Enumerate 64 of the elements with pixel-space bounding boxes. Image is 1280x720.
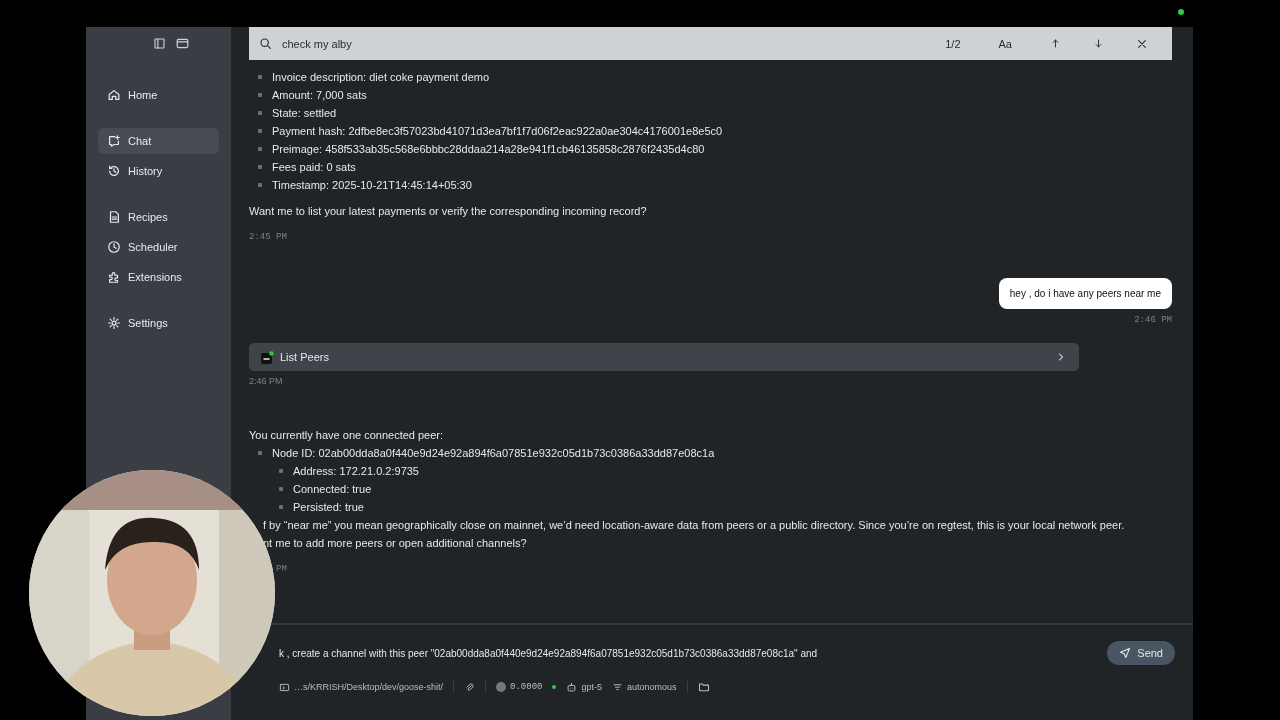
sidebar-item[interactable]: Settings [98,310,219,336]
status-dot-icon [552,685,557,689]
sidebar-item[interactable]: Chat [98,128,219,154]
coin-icon [496,682,507,692]
list-item-text: Node ID: 02ab00dda8a0f440e9d24e92a894f6a07851e932c05d1b73c0386a33dd87e08c1a [272,447,715,459]
message-input[interactable]: k , create a channel with this peer "02ab00dda8a0f440e9d24e92a894f6a07851e932c05d1b73c0386a33dd87e08c1a" and [279,644,1098,662]
status-dot-icon [1178,9,1184,15]
model-button[interactable]: gpt-5 [566,681,602,693]
send-icon [1119,647,1132,659]
close-button[interactable] [1136,37,1148,50]
sidebar-item[interactable]: Scheduler [98,234,219,260]
match-count: 1/2 [945,37,961,50]
history-icon [107,164,121,178]
arrow-down-icon [1093,38,1104,49]
sidebar-item[interactable]: Home [98,82,219,108]
list-item-text: Amount: 7,000 sats [272,89,367,101]
terminal-icon [261,350,274,364]
funnel-icon [612,681,623,693]
list-item-text: State: settled [272,107,337,119]
next-match-button[interactable] [1093,38,1104,49]
puzzle-icon [107,270,121,284]
list-item-text: Payment hash: 2dfbe8ec3f57023bd41071d3ea7bf1f7d06f2eac922a0ae304c4176001e8e5c0 [272,125,723,137]
message-time: 2:46 PM [1134,315,1172,325]
match-case-button[interactable]: Aa [998,37,1012,50]
message-text: Want me to list your latest payments or verify the corresponding incoming record? [249,204,647,219]
previous-match-button[interactable] [1050,38,1061,49]
chat-icon [107,134,121,148]
list-item-text: Timestamp: 2025-10-21T14:45:14+05:30 [272,179,472,191]
message-time: 2:45 PM [249,232,287,242]
window-icon [176,37,189,50]
folder-icon [279,681,290,693]
settings-icon [107,316,121,330]
close-icon [1136,37,1148,50]
folder-icon [697,681,710,693]
list-item-text: Invoice description: diet coke payment demo [272,71,490,83]
sidebar-item[interactable]: History [98,158,219,184]
message-time: 2:46 PM [249,376,283,386]
mode-button[interactable]: autonomous [612,681,677,693]
list-item-text: Address: 172.21.0.2:9735 [293,465,419,477]
robot-icon [566,681,578,693]
list-item-text: Connected: true [293,483,372,495]
find-field[interactable]: check my alby 1/2 Aa [249,27,1172,60]
message-text: You currently have one connected peer: [249,428,444,443]
paperclip-icon [464,681,476,693]
list-item-text: Preimage: 458f533ab35c568e6bbbc28ddaa214a28e941f1cb46135858c2876f2435d4c80 [272,143,705,155]
sidebar-item[interactable]: Extensions [98,264,219,290]
search-icon [259,37,272,50]
sidebar-toggle-icon [153,37,166,50]
attach-button[interactable] [464,681,476,693]
arrow-up-icon [1050,38,1061,49]
send-button[interactable]: Send [1107,641,1175,665]
list-item-text: Persisted: true [293,501,364,513]
working-directory-button[interactable]: …s/KRRISH/Desktop/dev/goose-shit/ [279,681,444,693]
message-text: f by “near me” you mean geographically close on mainnet, we’d need location-aware data from peers or a public directory. Since you’re on regtest, this is your local network peer. [263,518,1125,533]
clock-icon [107,240,121,254]
message-time: PM [276,564,287,574]
home-icon [107,88,121,102]
sidebar-item[interactable]: Recipes [98,204,219,230]
document-icon [107,210,121,224]
tool-call-button[interactable]: List Peers [249,343,1079,371]
cost-indicator: 0.0000 [496,682,543,692]
user-message-bubble: hey , do i have any peers near me [998,278,1172,309]
folder-button[interactable] [697,681,710,693]
list-item-text: Fees paid: 0 sats [272,161,356,173]
